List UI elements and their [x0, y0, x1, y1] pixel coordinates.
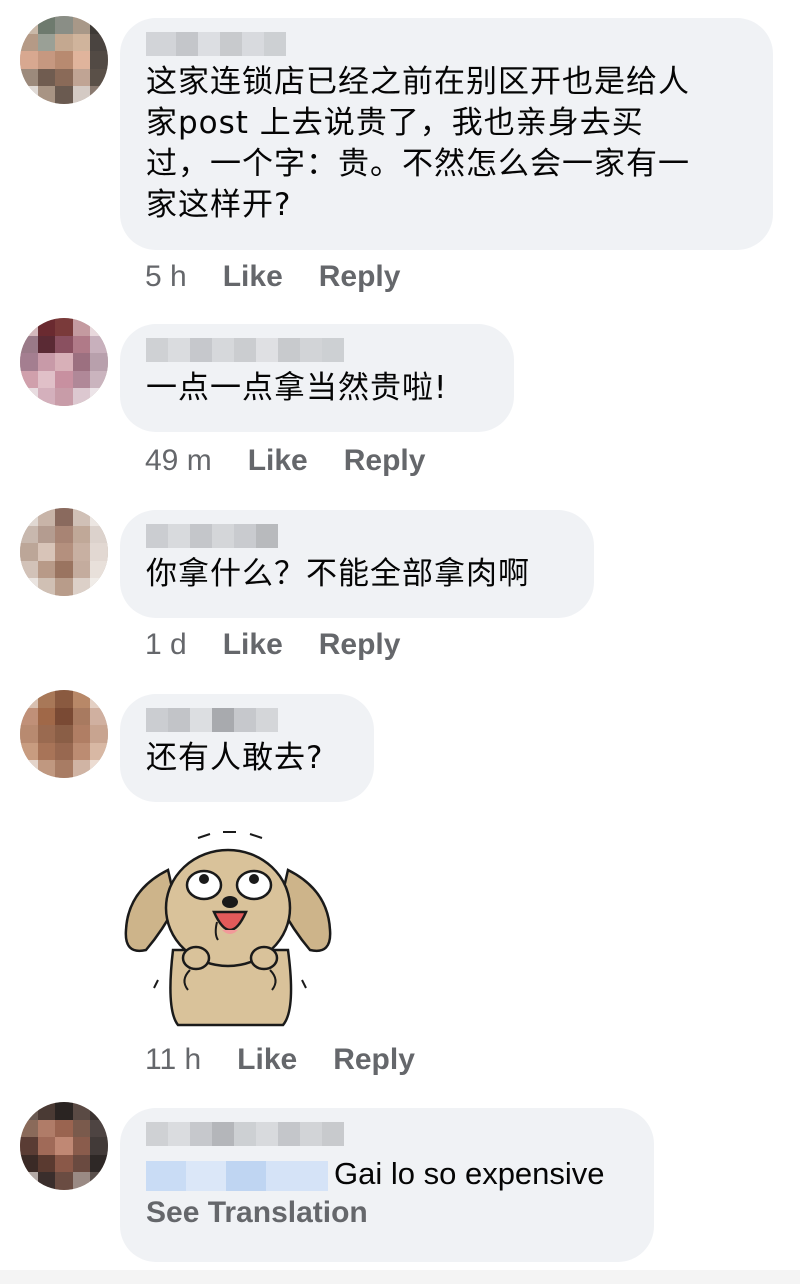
like-button[interactable]: Like — [237, 1043, 297, 1077]
comment-bubble: 这家连锁店已经之前在别区开也是给人 家post 上去说贵了，我也亲身去买 过，一个字… — [120, 18, 773, 250]
see-translation-link[interactable]: See Translation — [146, 1196, 630, 1230]
reply-button[interactable]: Reply — [319, 628, 401, 662]
reply-button[interactable]: Reply — [344, 444, 426, 478]
commenter-name-blurred[interactable] — [146, 32, 749, 56]
commenter-name-blurred[interactable] — [146, 524, 570, 548]
comment-text: 这家连锁店已经之前在别区开也是给人 家post 上去说贵了，我也亲身去买 过，一个字… — [146, 64, 690, 223]
comment-actions: 5 h Like Reply — [145, 260, 436, 294]
comment-text: Gai lo so expensive — [146, 1152, 630, 1196]
like-button[interactable]: Like — [248, 444, 308, 478]
comment-text: 还有人敢去? — [146, 740, 324, 776]
comment-text: 一点一点拿当然贵啦! — [146, 370, 448, 406]
commenter-name-blurred[interactable] — [146, 708, 350, 732]
puppy-sticker-icon[interactable] — [118, 830, 338, 1030]
avatar[interactable] — [20, 1102, 108, 1190]
avatar[interactable] — [20, 318, 108, 406]
bottom-divider — [0, 1270, 800, 1284]
commenter-name-blurred[interactable] — [146, 338, 490, 362]
like-button[interactable]: Like — [223, 628, 283, 662]
comment-timestamp[interactable]: 49 m — [145, 444, 212, 478]
commenter-name-blurred[interactable] — [146, 1122, 630, 1146]
comment-bubble: Gai lo so expensive See Translation — [120, 1108, 654, 1262]
mention-tag-blurred[interactable] — [146, 1160, 328, 1191]
avatar[interactable] — [20, 690, 108, 778]
reply-button[interactable]: Reply — [333, 1043, 415, 1077]
comment-bubble: 还有人敢去? — [120, 694, 374, 802]
comment-bubble: 你拿什么？不能全部拿肉啊 — [120, 510, 594, 618]
like-button[interactable]: Like — [223, 260, 283, 294]
comment-timestamp[interactable]: 11 h — [145, 1043, 201, 1077]
comment-bubble: 一点一点拿当然贵啦! — [120, 324, 514, 432]
comment-timestamp[interactable]: 1 d — [145, 628, 187, 662]
comment-text: 你拿什么？不能全部拿肉啊 — [146, 556, 530, 592]
avatar[interactable] — [20, 16, 108, 104]
reply-button[interactable]: Reply — [319, 260, 401, 294]
avatar[interactable] — [20, 508, 108, 596]
comment-timestamp[interactable]: 5 h — [145, 260, 187, 294]
comment-actions: 49 m Like Reply — [145, 444, 461, 478]
comment-actions: 1 d Like Reply — [145, 628, 436, 662]
comment-actions: 11 h Like Reply — [145, 1043, 451, 1077]
